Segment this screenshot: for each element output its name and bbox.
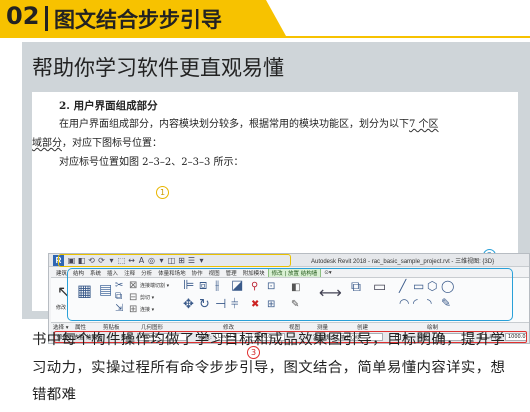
- doc-emphasis: 7 个区: [409, 119, 439, 130]
- doc-heading: 2. 用户界面组成部分: [59, 100, 158, 112]
- feature-panel: 帮助你学习软件更直观易懂 2. 用户界面组成部分 在用户界面组成部分，内容模块划…: [22, 42, 530, 359]
- highlight-qat-area: [58, 254, 291, 267]
- doc-paragraph-2: 对应标号位置如图 2–3–2、2–3–3 所示：: [59, 157, 244, 168]
- book-page-excerpt: 2. 用户界面组成部分 在用户界面组成部分，内容模块划分较多，根据常用的模块功能…: [32, 92, 530, 359]
- description-text: 书中每个构件操作均做了学习目标和成品效果图引导，目标明确，提升学习动力，实操过程…: [32, 332, 506, 403]
- doc-emphasis: 域部分: [32, 138, 62, 149]
- section-title: 图文结合步步引导: [54, 8, 222, 32]
- highlight-ribbon-area: [67, 268, 513, 321]
- doc-text: ，对应下图标号位置：: [62, 138, 162, 149]
- panel-title: 帮助你学习软件更直观易懂: [32, 56, 284, 80]
- modify-label: 修改: [56, 305, 67, 311]
- revit-app-title: Autodesk Revit 2018 - rac_basic_sample_p…: [311, 259, 495, 265]
- doc-paragraph-1-cont: 域部分，对应下图标号位置：: [32, 134, 162, 149]
- header-divider: [45, 6, 48, 31]
- doc-paragraph-1: 在用户界面组成部分，内容模块划分较多，根据常用的模块功能区，划分为以下7 个区: [59, 115, 439, 130]
- section-number: 02: [6, 2, 40, 30]
- doc-text: 在用户界面组成部分，内容模块划分较多，根据常用的模块功能区，划分为以下: [59, 119, 409, 130]
- callout-1: 1: [156, 186, 169, 199]
- header-underline: [0, 36, 530, 38]
